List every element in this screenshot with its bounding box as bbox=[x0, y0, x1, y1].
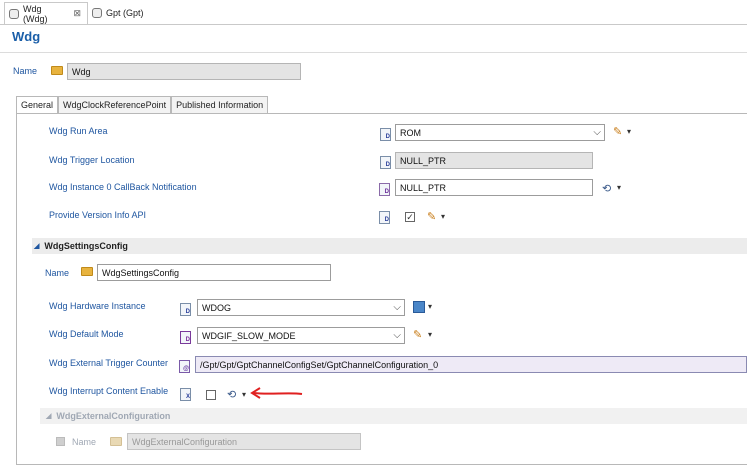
tab-published-information[interactable]: Published Information bbox=[171, 96, 269, 113]
external-name-label: Name bbox=[72, 437, 97, 447]
reference-icon[interactable]: ⟲ bbox=[602, 182, 611, 195]
settings-name-field[interactable]: WdgSettingsConfig bbox=[97, 264, 331, 281]
default-mode-value: WDGIF_SLOW_MODE bbox=[202, 330, 296, 341]
folder-icon bbox=[51, 66, 63, 75]
type-enum-icon: D bbox=[180, 331, 191, 344]
editor-tab-gpt[interactable]: Gpt (Gpt) bbox=[88, 2, 158, 24]
annotation-arrow bbox=[250, 387, 303, 399]
settings-name-label: Name bbox=[45, 268, 70, 278]
type-enum-icon: D bbox=[380, 128, 391, 141]
run-area-select[interactable]: ROM ⌵ bbox=[395, 124, 605, 141]
callback-field[interactable]: NULL_PTR bbox=[395, 179, 593, 196]
ext-trigger-label: Wdg External Trigger Counter bbox=[49, 358, 169, 368]
trigger-location-label: Wdg Trigger Location bbox=[49, 155, 135, 165]
external-section-header[interactable]: ◢ WdgExternalConfiguration bbox=[46, 411, 170, 421]
settings-section-bar bbox=[32, 238, 747, 254]
default-mode-select[interactable]: WDGIF_SLOW_MODE ⌵ bbox=[197, 327, 405, 344]
editor-tab-label: Wdg (Wdg) bbox=[22, 3, 48, 24]
interrupt-label: Wdg Interrupt Content Enable bbox=[49, 386, 169, 396]
caret-down-icon[interactable]: ▾ bbox=[617, 183, 621, 192]
chevron-down-icon: ⌵ bbox=[393, 302, 401, 313]
name-label: Name bbox=[13, 66, 38, 76]
square-icon bbox=[56, 437, 65, 446]
name-field[interactable]: Wdg bbox=[67, 63, 301, 80]
run-area-value: ROM bbox=[400, 127, 421, 138]
module-icon bbox=[9, 8, 19, 19]
caret-down-icon[interactable]: ▾ bbox=[428, 302, 432, 311]
settings-section-title: WdgSettingsConfig bbox=[44, 241, 128, 251]
settings-section-header[interactable]: ◢ WdgSettingsConfig bbox=[34, 241, 128, 251]
editor-tab-wdg[interactable]: Wdg (Wdg) ⊠ bbox=[4, 2, 88, 24]
table-icon[interactable] bbox=[413, 301, 425, 313]
caret-down-icon[interactable]: ▾ bbox=[627, 127, 631, 136]
caret-down-icon[interactable]: ▾ bbox=[242, 390, 246, 399]
type-string-icon: D bbox=[380, 156, 391, 169]
hw-instance-label: Wdg Hardware Instance bbox=[49, 301, 146, 311]
divider bbox=[0, 52, 747, 53]
hw-instance-select[interactable]: WDOG ⌵ bbox=[197, 299, 405, 316]
caret-down-icon[interactable]: ▾ bbox=[441, 212, 445, 221]
external-section-title: WdgExternalConfiguration bbox=[56, 411, 171, 421]
pencil-icon[interactable]: ✎ bbox=[427, 211, 439, 223]
folder-icon bbox=[81, 267, 93, 276]
pencil-icon[interactable]: ✎ bbox=[413, 329, 425, 341]
collapse-icon: ◢ bbox=[34, 243, 40, 250]
external-name-field[interactable]: WdgExternalConfiguration bbox=[127, 433, 361, 450]
type-reference-icon: @ bbox=[179, 360, 190, 373]
type-function-icon: D bbox=[379, 183, 390, 196]
caret-down-icon[interactable]: ▾ bbox=[428, 330, 432, 339]
page-title: Wdg bbox=[12, 29, 41, 44]
default-mode-label: Wdg Default Mode bbox=[49, 329, 124, 339]
type-boolean-icon: X bbox=[180, 388, 191, 401]
hw-instance-value: WDOG bbox=[202, 302, 231, 313]
tab-wdg-clock-reference-point[interactable]: WdgClockReferencePoint bbox=[58, 96, 172, 113]
run-area-label: Wdg Run Area bbox=[49, 126, 108, 136]
callback-label: Wdg Instance 0 CallBack Notification bbox=[49, 182, 197, 192]
tab-general[interactable]: General bbox=[16, 96, 59, 113]
pencil-icon[interactable]: ✎ bbox=[613, 126, 625, 138]
editor-tab-label: Gpt (Gpt) bbox=[106, 8, 144, 18]
collapse-icon: ◢ bbox=[46, 413, 52, 420]
config-tabs: General WdgClockReferencePoint Published… bbox=[16, 96, 269, 113]
folder-icon bbox=[110, 437, 122, 446]
type-enum-icon: D bbox=[180, 303, 191, 316]
trigger-location-field[interactable]: NULL_PTR bbox=[395, 152, 593, 169]
interrupt-checkbox[interactable] bbox=[206, 390, 216, 400]
reference-icon[interactable]: ⟲ bbox=[227, 388, 236, 401]
module-icon bbox=[92, 8, 102, 18]
chevron-down-icon: ⌵ bbox=[393, 330, 401, 341]
version-info-label: Provide Version Info API bbox=[49, 210, 147, 220]
close-icon[interactable]: ⊠ bbox=[73, 8, 81, 19]
version-info-checkbox[interactable]: ✓ bbox=[405, 212, 415, 222]
chevron-down-icon: ⌵ bbox=[593, 127, 601, 138]
type-boolean-icon: D bbox=[379, 211, 390, 224]
ext-trigger-field[interactable]: /Gpt/Gpt/GptChannelConfigSet/GptChannelC… bbox=[195, 356, 747, 373]
